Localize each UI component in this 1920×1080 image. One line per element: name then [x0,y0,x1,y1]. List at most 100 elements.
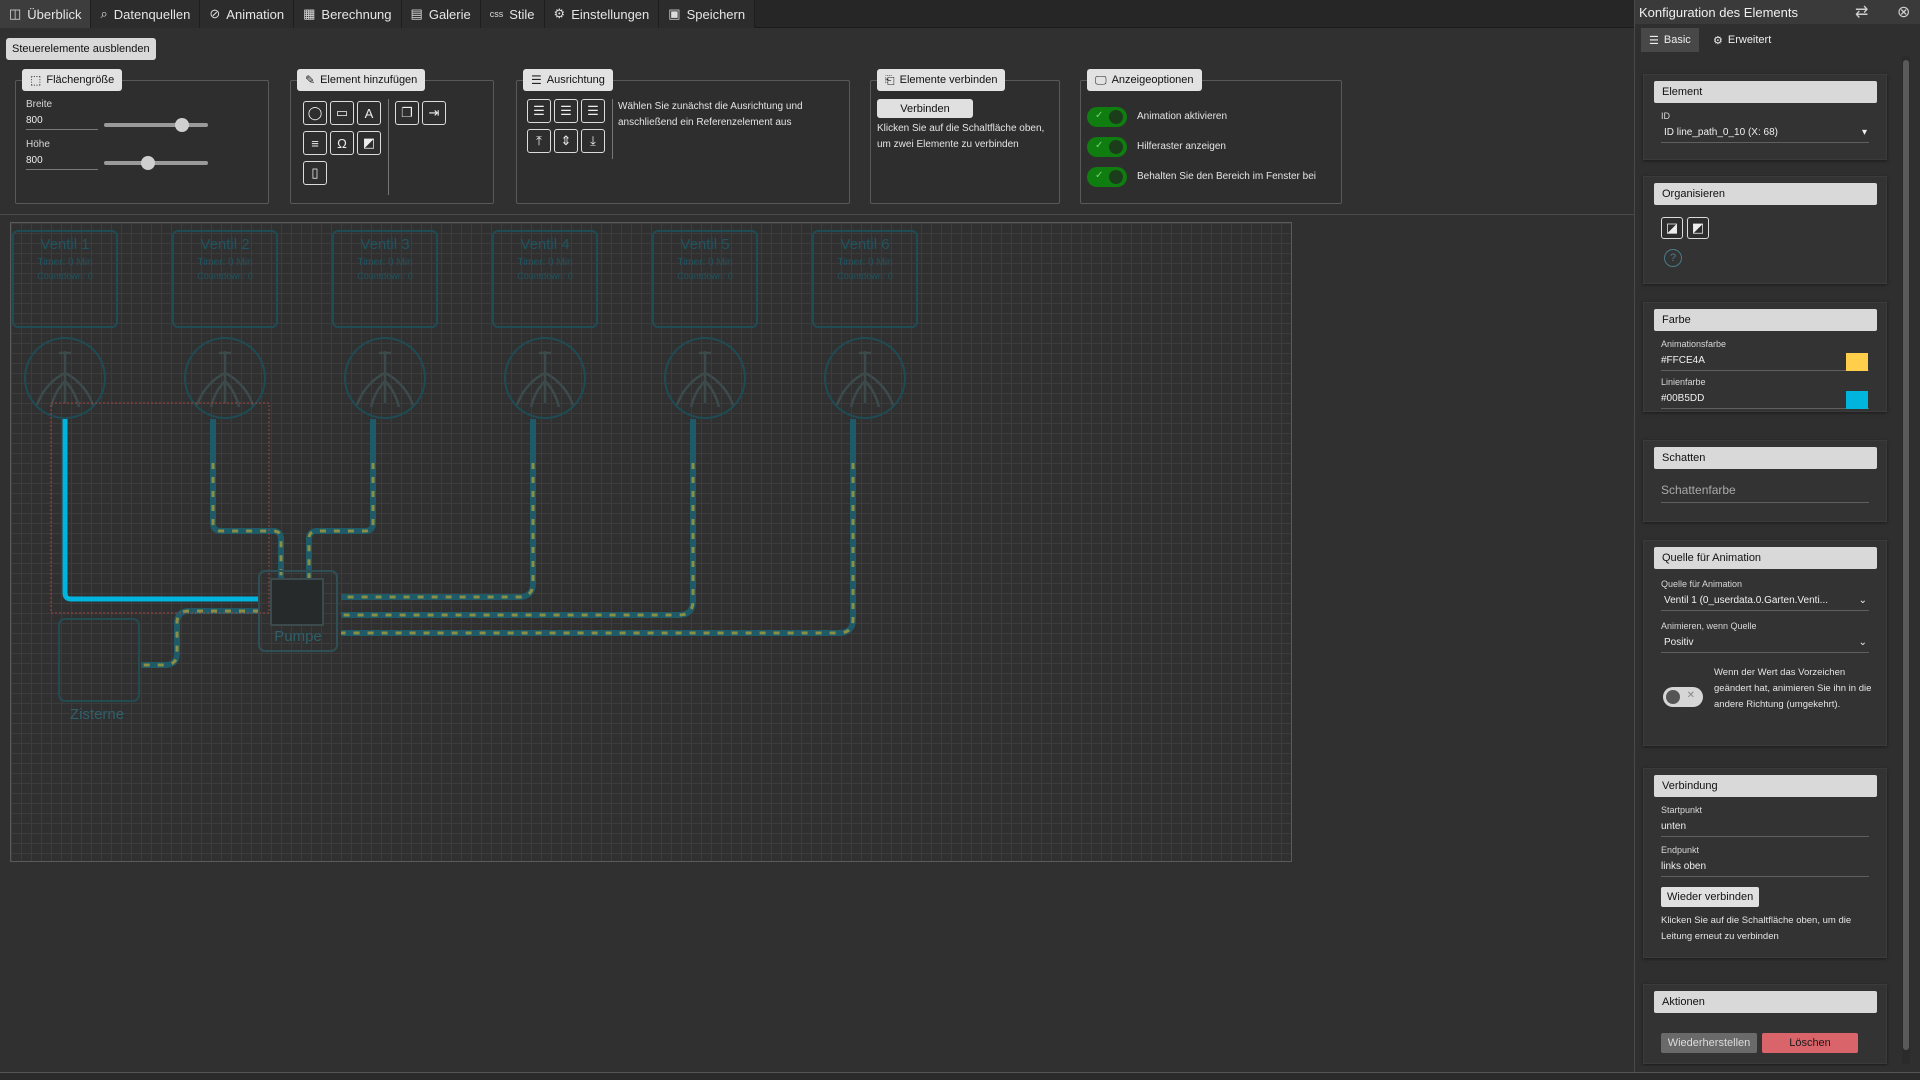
pipe-ventil-2[interactable] [210,419,299,586]
add-text-button[interactable]: A [357,101,381,125]
tab-label: Galerie [428,6,471,22]
pump[interactable]: Pumpe [258,570,338,652]
line-color-swatch[interactable] [1846,391,1868,409]
main-menu-bar: ◫ Überblick ⌕ Datenquellen ⊘ Animation ▦ Ber… [0,0,1634,28]
close-icon[interactable]: ⊗ [1897,2,1910,22]
scrollbar-thumb[interactable] [1903,60,1909,1050]
group-title-label: Element hinzufügen [320,74,418,86]
end-value[interactable]: links oben [1661,861,1869,877]
option-label: Behalten Sie den Bereich im Fenster bei [1137,171,1316,182]
hide-controls-button[interactable]: Steuerelemente ausblenden [6,38,156,60]
animation-color-swatch[interactable] [1846,353,1868,371]
text-icon: A [364,105,374,121]
tab-basic[interactable]: ☰ Basic [1641,28,1699,52]
tab-overview[interactable]: ◫ Überblick [0,0,92,28]
drawing-canvas[interactable]: Ventil 1 Timer: 0 Min Countdown: 0 Ventil 2… [10,222,1292,862]
tab-animation[interactable]: ⊘ Animation [200,0,295,28]
add-list-button[interactable]: ≡ [303,131,327,155]
swap-sides-icon[interactable]: ⇄ [1855,2,1868,22]
pipe-cistern[interactable] [141,608,259,668]
start-value[interactable]: unten [1661,821,1869,837]
slider-knob[interactable] [140,156,155,170]
id-select[interactable]: ID line_path_0_10 (X: 68) ▾ [1661,127,1869,143]
toolbar-divider [0,214,1634,215]
align-top-button[interactable]: ⤒ [527,129,551,153]
connect-button[interactable]: Verbinden [877,99,973,118]
height-slider[interactable] [104,156,208,170]
valve-name: Ventil 2 [200,236,249,253]
tab-gallery[interactable]: ▤ Galerie [401,0,481,28]
height-input[interactable]: 800 [26,155,98,170]
sprinkler-icon [35,351,95,408]
reverse-toggle[interactable]: ✕ [1663,687,1703,707]
valve-5[interactable]: Ventil 5 Timer: 0 Min Countdown: 0 [652,230,758,419]
toggle-thumb [1109,170,1123,184]
active-line-path[interactable] [62,419,259,602]
valve-1[interactable]: Ventil 1 Timer: 0 Min Countdown: 0 [12,230,118,419]
keep-area-toggle[interactable]: ✓ [1087,167,1127,187]
source-select[interactable]: Ventil 1 (0_userdata.0.Garten.Venti... ⌄ [1661,595,1869,611]
group-title-label: Anzeigeoptionen [1111,74,1194,86]
add-rectangle-button[interactable]: ▭ [330,101,354,125]
align-bottom-icon: ⤓ [590,133,596,148]
tab-save[interactable]: ▣ Speichern [659,0,756,28]
toggle-thumb [1109,110,1123,124]
send-to-back-button[interactable]: ◩ [1687,217,1709,239]
add-image-button[interactable]: ◩ [357,131,381,155]
cistern[interactable]: Zisterne [58,618,140,723]
slider-knob[interactable] [175,118,189,132]
pipe-ventil-6[interactable] [341,419,856,636]
line-color-input[interactable]: #00B5DD [1661,393,1869,409]
panel-scrollbar[interactable] [1902,56,1910,1064]
delete-button[interactable]: Löschen [1762,1033,1858,1053]
pipe-ventil-3[interactable] [306,419,376,583]
valve-6[interactable]: Ventil 6 Timer: 0 Min Countdown: 0 [812,230,918,419]
reconnect-button[interactable]: Wieder verbinden [1661,887,1760,907]
valve-4[interactable]: Ventil 4 Timer: 0 Min Countdown: 0 [492,230,598,419]
valve-2[interactable]: Ventil 2 Timer: 0 Min Countdown: 0 [172,230,278,419]
width-slider[interactable] [104,118,208,132]
valve-name: Ventil 1 [40,236,89,253]
valve-countdown: Countdown: 0 [517,271,573,281]
line-color-label: Linienfarbe [1661,377,1706,387]
tab-settings[interactable]: ⚙ Einstellungen [544,0,660,28]
animation-color-label: Animationsfarbe [1661,339,1727,349]
valve-3[interactable]: Ventil 3 Timer: 0 Min Countdown: 0 [332,230,438,419]
organize-card: Organisieren ◪ ◩ ? [1643,176,1887,284]
copy-button[interactable]: ❐ [395,101,419,125]
align-bottom-button[interactable]: ⤓ [581,129,605,153]
valve-timer: Timer: 0 Min [517,257,572,268]
align-center-button[interactable]: ☰ [554,99,578,123]
shadow-color-input[interactable]: Schattenfarbe [1661,483,1869,503]
tab-advanced[interactable]: ⚙ Erweitert [1705,28,1779,52]
add-svg-button[interactable]: ▯ [303,161,327,185]
align-middle-button[interactable]: ⇕ [554,129,578,153]
card-header: Verbindung [1654,775,1877,797]
pipe-ventil-5[interactable] [341,419,696,618]
tab-calculation[interactable]: ▦ Berechnung [294,0,402,28]
add-circle-button[interactable]: ◯ [303,101,327,125]
option-label: Hilferaster anzeigen [1137,141,1226,152]
tab-datasources[interactable]: ⌕ Datenquellen [91,0,201,28]
pipe-ventil-4[interactable] [341,419,536,600]
rectangle-icon: ▭ [335,105,349,120]
alignment-title: ☰ Ausrichtung [523,69,613,91]
restore-button[interactable]: Wiederherstellen [1661,1033,1757,1053]
import-button[interactable]: ⇥ [422,101,446,125]
connect-icon: ⎗ [885,72,895,87]
animation-icon: ⊘ [209,6,221,21]
tab-label: Einstellungen [571,6,650,22]
panel-scroll-area[interactable]: Element ID ID line_path_0_10 (X: 68) ▾ Or… [1639,56,1907,1066]
animate-when-select[interactable]: Positiv ⌄ [1661,637,1869,653]
bring-to-front-button[interactable]: ◪ [1661,217,1683,239]
align-left-button[interactable]: ☰ [527,99,551,123]
sprinkler-icon [355,351,415,408]
animation-toggle[interactable]: ✓ [1087,107,1127,127]
grid-toggle[interactable]: ✓ [1087,137,1127,157]
animation-color-input[interactable]: #FFCE4A [1661,355,1869,371]
help-icon[interactable]: ? [1664,249,1682,267]
width-input[interactable]: 800 [26,115,98,130]
align-right-button[interactable]: ☰ [581,99,605,123]
tab-styles[interactable]: css Stile [480,0,545,28]
add-symbol-button[interactable]: Ω [330,131,354,155]
